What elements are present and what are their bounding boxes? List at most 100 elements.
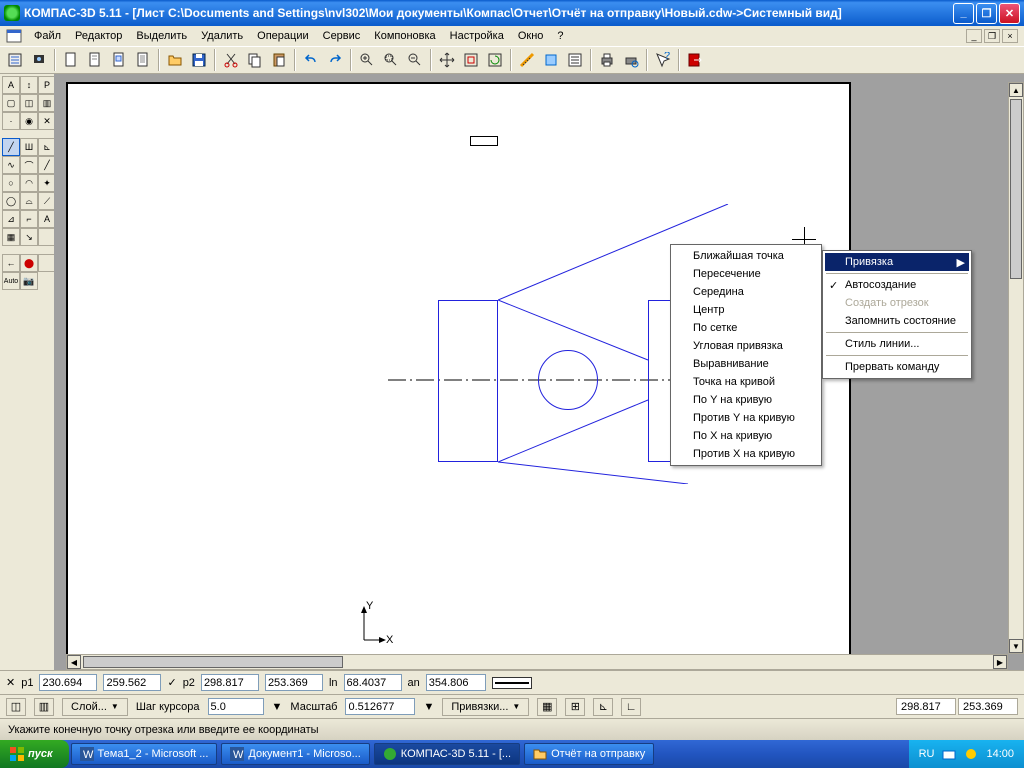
snap-x-to-curve[interactable]: По X на кривую bbox=[673, 427, 819, 445]
coord-icon[interactable]: ∟ bbox=[621, 698, 641, 716]
grid-icon[interactable]: ▦ bbox=[537, 698, 557, 716]
redo-button[interactable] bbox=[324, 49, 346, 71]
an-input[interactable] bbox=[426, 674, 486, 691]
camera-tool[interactable]: 📷 bbox=[20, 272, 38, 290]
start-button[interactable]: пуск bbox=[0, 740, 69, 768]
menu-layout[interactable]: Компоновка bbox=[368, 28, 441, 44]
tray-icon[interactable] bbox=[942, 747, 956, 761]
tool-button[interactable] bbox=[564, 49, 586, 71]
save-button[interactable] bbox=[188, 49, 210, 71]
snap-y-to-curve[interactable]: По Y на кривую bbox=[673, 391, 819, 409]
menu-settings[interactable]: Настройка bbox=[444, 28, 510, 44]
ctx-binding[interactable]: Привязка ▶ bbox=[825, 253, 969, 271]
pan-button[interactable] bbox=[436, 49, 458, 71]
new-button-4[interactable] bbox=[132, 49, 154, 71]
open-button[interactable] bbox=[164, 49, 186, 71]
paste-button[interactable] bbox=[268, 49, 290, 71]
snap-y-against-curve[interactable]: Против Y на кривую bbox=[673, 409, 819, 427]
p1x-input[interactable] bbox=[39, 674, 97, 691]
tool-sq[interactable]: ↘ bbox=[20, 228, 38, 246]
view-icon[interactable]: ▥ bbox=[34, 698, 54, 716]
ctx-abort-command[interactable]: Прервать команду bbox=[825, 358, 969, 376]
auto-tool[interactable]: Auto bbox=[2, 272, 20, 290]
copy-button[interactable] bbox=[244, 49, 266, 71]
mdi-close-button[interactable]: × bbox=[1002, 29, 1018, 43]
toolbar-btn[interactable] bbox=[4, 49, 26, 71]
maximize-button[interactable]: ❐ bbox=[976, 3, 997, 24]
tray-icon[interactable] bbox=[964, 747, 978, 761]
clock[interactable]: 14:00 bbox=[986, 748, 1014, 760]
task-folder[interactable]: Отчёт на отправку bbox=[524, 743, 654, 765]
ctx-remember-state[interactable]: Запомнить состояние bbox=[825, 312, 969, 330]
scroll-up-button[interactable]: ▲ bbox=[1009, 83, 1023, 97]
tool-sq[interactable]: ⌐ bbox=[20, 210, 38, 228]
snap-nearest[interactable]: Ближайшая точка bbox=[673, 247, 819, 265]
exit-button[interactable] bbox=[684, 49, 706, 71]
menu-help[interactable]: ? bbox=[551, 28, 569, 44]
tool-sq[interactable]: ◫ bbox=[20, 94, 38, 112]
tool-sq[interactable]: ⌓ bbox=[20, 192, 38, 210]
toolbar-btn[interactable] bbox=[28, 49, 50, 71]
zoom-in-button[interactable] bbox=[356, 49, 378, 71]
snap-button[interactable]: Привязки...▼ bbox=[442, 698, 529, 716]
snap-align[interactable]: Выравнивание bbox=[673, 355, 819, 373]
tool-sq[interactable]: ◉ bbox=[20, 112, 38, 130]
scale-dd[interactable]: ▼ bbox=[423, 701, 434, 713]
ortho-icon[interactable]: ⊾ bbox=[593, 698, 613, 716]
menu-file[interactable]: Файл bbox=[28, 28, 67, 44]
circle-tool[interactable]: ○ bbox=[2, 174, 20, 192]
ctx-autocreate[interactable]: ✓ Автосоздание bbox=[825, 276, 969, 294]
tool-sq[interactable]: ⊿ bbox=[2, 210, 20, 228]
tool-sq[interactable]: Ш bbox=[20, 138, 38, 156]
tool-sq[interactable]: ▦ bbox=[2, 228, 20, 246]
snap-angle[interactable]: Угловая привязка bbox=[673, 337, 819, 355]
mdi-minimize-button[interactable]: _ bbox=[966, 29, 982, 43]
minimize-button[interactable]: _ bbox=[953, 3, 974, 24]
menu-window[interactable]: Окно bbox=[512, 28, 550, 44]
stop-tool[interactable]: ⬤ bbox=[20, 254, 38, 272]
scroll-thumb[interactable] bbox=[1010, 99, 1022, 279]
new-button[interactable] bbox=[60, 49, 82, 71]
tool-button[interactable] bbox=[540, 49, 562, 71]
step-input[interactable] bbox=[208, 698, 264, 715]
print-button[interactable] bbox=[596, 49, 618, 71]
tool-sq[interactable]: ▢ bbox=[2, 94, 20, 112]
arc-tool[interactable]: ◠ bbox=[20, 174, 38, 192]
menu-delete[interactable]: Удалить bbox=[195, 28, 249, 44]
new-button-3[interactable] bbox=[108, 49, 130, 71]
view-icon[interactable]: ◫ bbox=[6, 698, 26, 716]
new-button-2[interactable] bbox=[84, 49, 106, 71]
tool-sq[interactable]: ∿ bbox=[2, 156, 20, 174]
line-tool[interactable]: ╱ bbox=[2, 138, 20, 156]
tool-sq[interactable]: ⌒ bbox=[20, 156, 38, 174]
tool-sq[interactable]: ↕ bbox=[20, 76, 38, 94]
cut-button[interactable] bbox=[220, 49, 242, 71]
help-button[interactable]: ? bbox=[652, 49, 674, 71]
scale-input[interactable] bbox=[345, 698, 415, 715]
grid2-icon[interactable]: ⊞ bbox=[565, 698, 585, 716]
menu-editor[interactable]: Редактор bbox=[69, 28, 128, 44]
refresh-button[interactable] bbox=[484, 49, 506, 71]
snap-grid[interactable]: По сетке bbox=[673, 319, 819, 337]
task-word1[interactable]: WТема1_2 - Microsoft ... bbox=[71, 743, 218, 765]
task-kompas[interactable]: КОМПАС-3D 5.11 - [... bbox=[374, 743, 520, 765]
menu-operations[interactable]: Операции bbox=[251, 28, 314, 44]
zoom-fit-button[interactable] bbox=[460, 49, 482, 71]
measure-button[interactable] bbox=[516, 49, 538, 71]
tool-sq[interactable]: A bbox=[2, 76, 20, 94]
preview-button[interactable] bbox=[620, 49, 642, 71]
vertical-scrollbar[interactable]: ▲ ▼ bbox=[1008, 82, 1024, 654]
undo-button[interactable] bbox=[300, 49, 322, 71]
scroll-left-button[interactable]: ◀ bbox=[67, 655, 81, 669]
task-word2[interactable]: WДокумент1 - Microso... bbox=[221, 743, 369, 765]
snap-x-against-curve[interactable]: Против X на кривую bbox=[673, 445, 819, 463]
scroll-thumb[interactable] bbox=[83, 656, 343, 668]
snap-point-on-curve[interactable]: Точка на кривой bbox=[673, 373, 819, 391]
tool-sq[interactable]: · bbox=[2, 112, 20, 130]
close-button[interactable]: ✕ bbox=[999, 3, 1020, 24]
layer-button[interactable]: Слой...▼ bbox=[62, 698, 128, 716]
mdi-restore-button[interactable]: ❐ bbox=[984, 29, 1000, 43]
lock-icon[interactable]: ✕ bbox=[6, 676, 15, 689]
ln-input[interactable] bbox=[344, 674, 402, 691]
ctx-line-style[interactable]: Стиль линии... bbox=[825, 335, 969, 353]
